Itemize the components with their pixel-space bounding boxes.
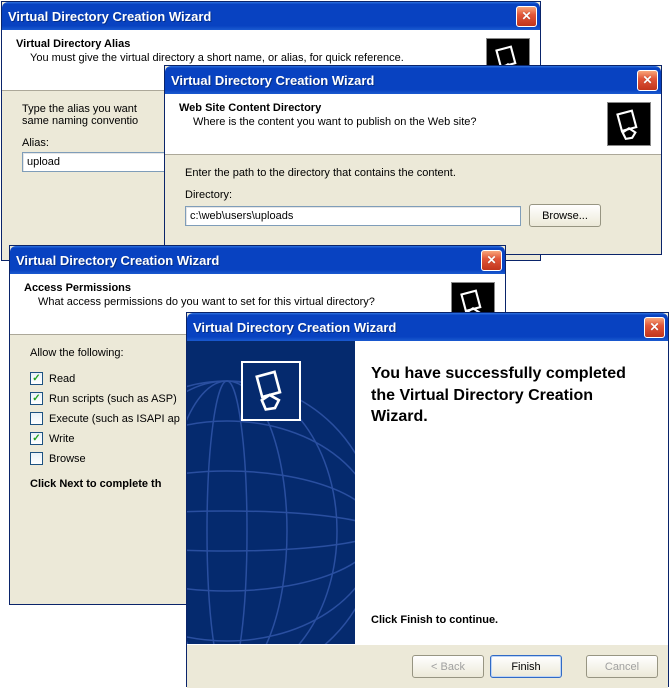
checkbox-icon (30, 452, 43, 465)
directory-label: Directory: (185, 189, 641, 201)
click-finish-text: Click Finish to continue. (371, 614, 646, 626)
header-pane: Web Site Content Directory Where is the … (165, 94, 661, 155)
hand-note-icon (241, 361, 301, 421)
wizard-finish-window: Virtual Directory Creation Wizard ✕ You … (186, 312, 669, 687)
close-icon[interactable]: ✕ (481, 250, 502, 271)
completion-headline: You have successfully completed the Virt… (371, 363, 646, 428)
checkbox-label: Write (49, 433, 74, 445)
titlebar[interactable]: Virtual Directory Creation Wizard ✕ (2, 2, 540, 30)
page-heading: Virtual Directory Alias (16, 38, 478, 50)
page-subtext: What access permissions do you want to s… (38, 296, 443, 308)
directory-input[interactable] (185, 206, 521, 226)
finish-sidebar-graphic (187, 341, 355, 644)
finish-button[interactable]: Finish (490, 655, 562, 678)
cancel-button[interactable]: Cancel (586, 655, 658, 678)
page-subtext: Where is the content you want to publish… (193, 116, 599, 128)
checkbox-label: Read (49, 373, 75, 385)
close-icon[interactable]: ✕ (637, 70, 658, 91)
checkbox-label: Run scripts (such as ASP) (49, 393, 177, 405)
wizard-content-dir-window: Virtual Directory Creation Wizard ✕ Web … (164, 65, 662, 255)
finish-body: You have successfully completed the Virt… (355, 341, 668, 644)
checkbox-icon: ✓ (30, 392, 43, 405)
page-heading: Web Site Content Directory (179, 102, 599, 114)
page-subtext: You must give the virtual directory a sh… (30, 52, 478, 64)
window-title: Virtual Directory Creation Wizard (193, 320, 644, 335)
close-icon[interactable]: ✕ (516, 6, 537, 27)
window-title: Virtual Directory Creation Wizard (16, 253, 481, 268)
hand-note-icon (607, 102, 651, 146)
titlebar[interactable]: Virtual Directory Creation Wizard ✕ (187, 313, 668, 341)
titlebar[interactable]: Virtual Directory Creation Wizard ✕ (165, 66, 661, 94)
instruction-text: Enter the path to the directory that con… (185, 167, 641, 179)
close-icon[interactable]: ✕ (644, 317, 665, 338)
browse-button[interactable]: Browse... (529, 204, 601, 227)
checkbox-icon: ✓ (30, 432, 43, 445)
checkbox-label: Execute (such as ISAPI ap (49, 413, 180, 425)
page-heading: Access Permissions (24, 282, 443, 294)
button-row: < Back Finish Cancel (187, 644, 668, 688)
checkbox-label: Browse (49, 453, 86, 465)
back-button[interactable]: < Back (412, 655, 484, 678)
checkbox-icon: ✓ (30, 372, 43, 385)
checkbox-icon (30, 412, 43, 425)
titlebar[interactable]: Virtual Directory Creation Wizard ✕ (10, 246, 505, 274)
window-title: Virtual Directory Creation Wizard (8, 9, 516, 24)
window-title: Virtual Directory Creation Wizard (171, 73, 637, 88)
